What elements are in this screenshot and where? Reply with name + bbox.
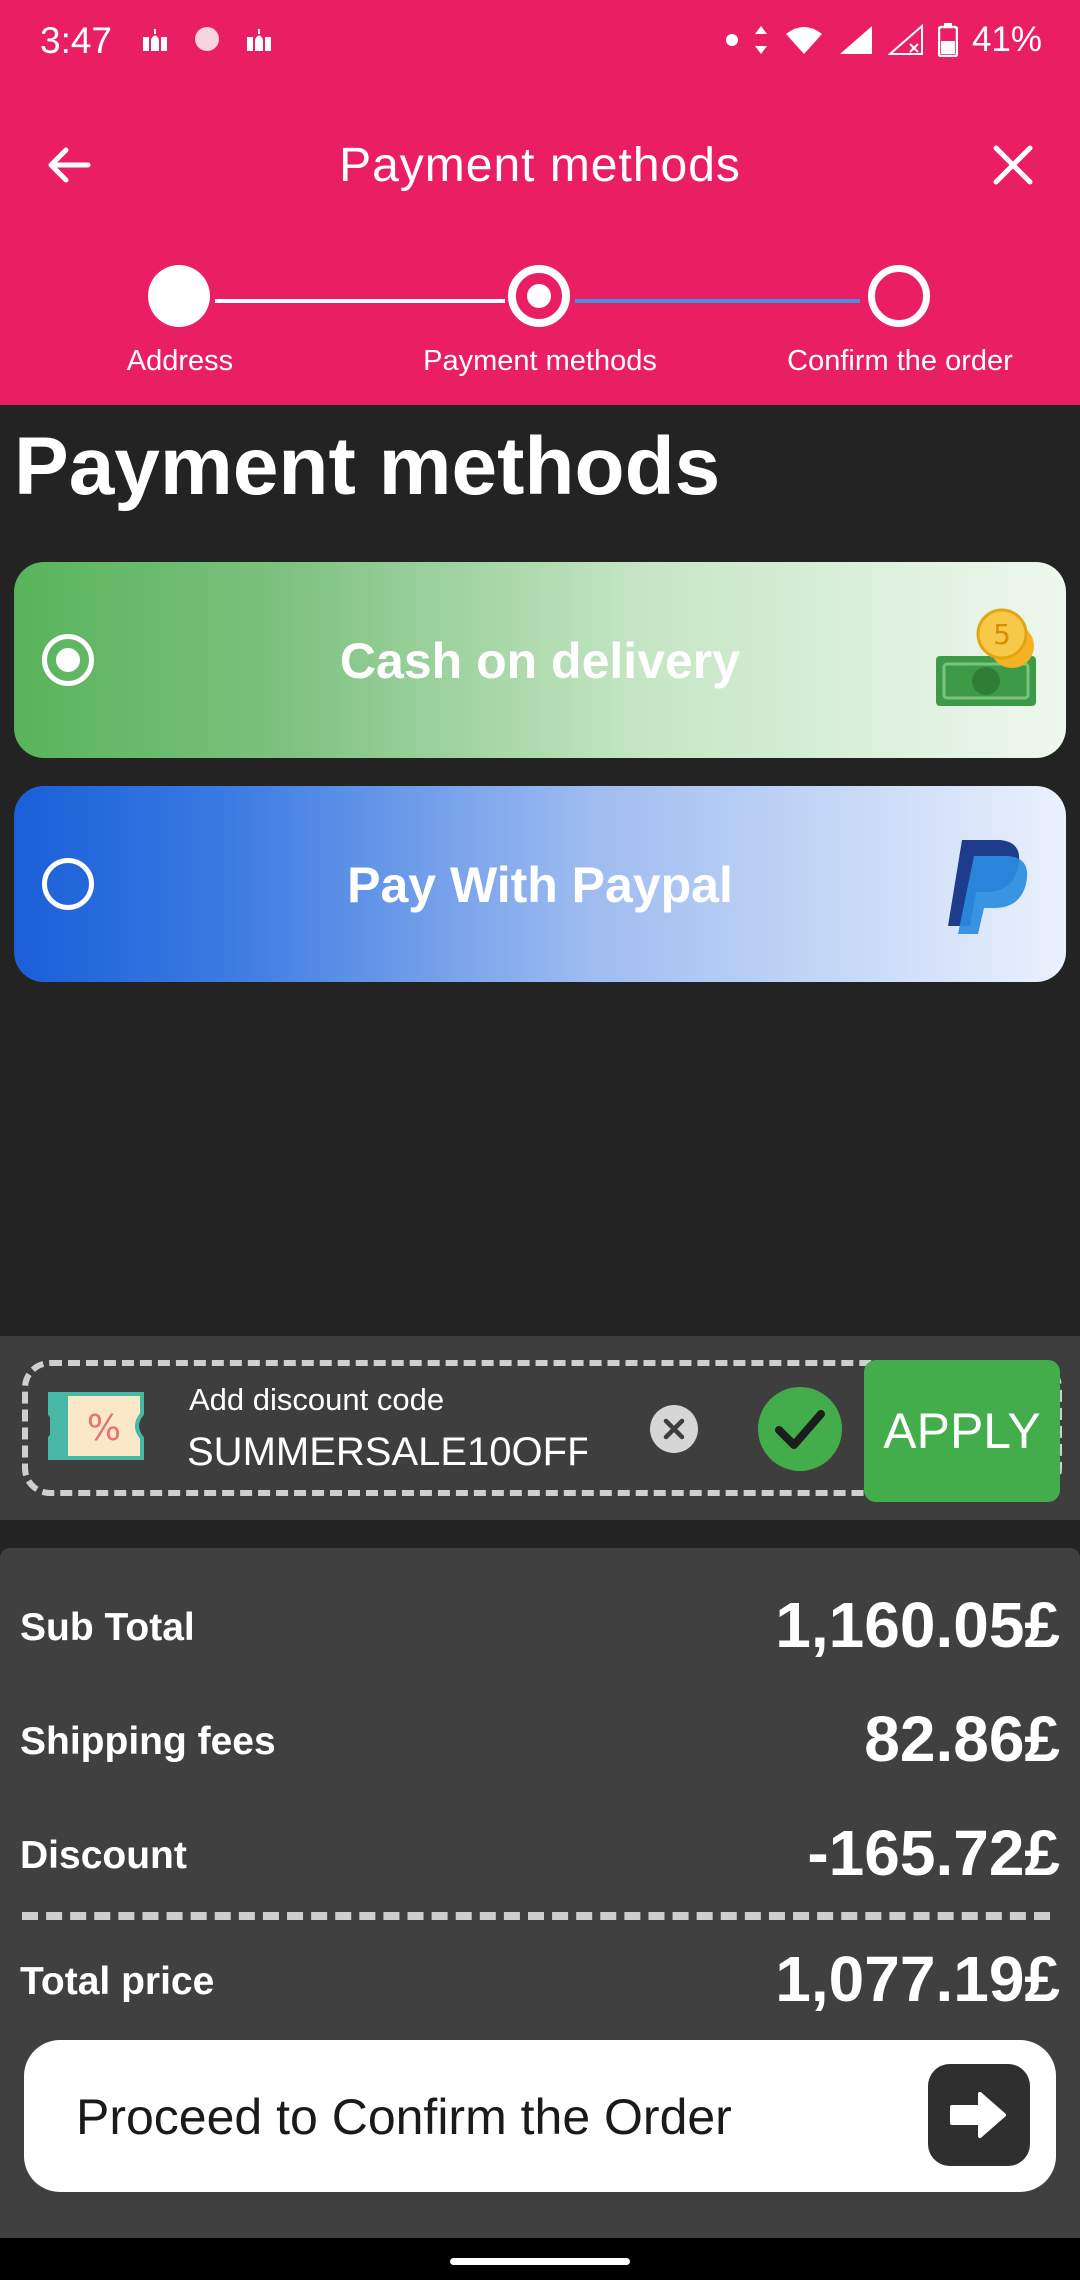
- step-label-confirm: Confirm the order: [787, 345, 1013, 377]
- discount-section: % Add discount code APPLY: [0, 1336, 1080, 1520]
- step-node-address[interactable]: [148, 265, 210, 327]
- discount-label: Add discount code: [189, 1382, 445, 1417]
- summary-label: Total price: [20, 1960, 215, 2003]
- summary-value: 82.86£: [864, 1703, 1060, 1775]
- status-time: 3:47: [40, 20, 113, 61]
- signal-icon: [839, 26, 872, 54]
- mosque-icon: [247, 29, 271, 51]
- cash-coins-icon: 5: [936, 608, 1036, 706]
- stepper-line-active: [575, 299, 860, 303]
- toolbar-title: Payment methods: [339, 139, 741, 192]
- app-screen: 3:47 41% Payment methods Address Payment…: [0, 0, 1080, 2280]
- step-node-payment[interactable]: [508, 265, 570, 327]
- mosque-icon: [143, 29, 167, 51]
- close-icon: [993, 145, 1033, 185]
- battery-icon: [937, 23, 958, 57]
- step-label-payment: Payment methods: [423, 345, 657, 377]
- page-title: Payment methods: [14, 421, 721, 512]
- coupon-icon: %: [48, 1392, 144, 1460]
- summary-label: Sub Total: [20, 1606, 195, 1649]
- svg-text:5: 5: [993, 618, 1011, 651]
- discount-code-input[interactable]: [187, 1424, 587, 1480]
- status-notification-icons: [140, 24, 274, 54]
- apply-button[interactable]: APPLY: [864, 1360, 1060, 1502]
- payment-option-label: Cash on delivery: [339, 633, 741, 689]
- clear-icon: [650, 1405, 698, 1453]
- close-button[interactable]: [978, 130, 1048, 200]
- valid-code-button[interactable]: [757, 1386, 843, 1472]
- clear-discount-button[interactable]: [649, 1404, 699, 1454]
- check-icon: [758, 1387, 842, 1471]
- status-system-icons: 41%: [725, 20, 1042, 60]
- summary-label: Shipping fees: [20, 1720, 276, 1763]
- payment-option-paypal[interactable]: Pay With Paypal: [14, 786, 1066, 982]
- paypal-icon: [948, 840, 1028, 934]
- home-indicator[interactable]: [450, 2258, 630, 2265]
- summary-row-subtotal: Sub Total 1,160.05£: [20, 1588, 1060, 1668]
- signal-off-icon: [887, 24, 923, 55]
- payment-option-cash[interactable]: Cash on delivery 5: [14, 562, 1066, 758]
- summary-label: Discount: [20, 1834, 187, 1877]
- summary-value: -165.72£: [807, 1817, 1060, 1889]
- wifi-icon: [785, 27, 822, 54]
- summary-row-shipping: Shipping fees 82.86£: [20, 1702, 1060, 1782]
- proceed-arrow-icon: [928, 2064, 1030, 2166]
- data-arrows-icon: [754, 26, 767, 54]
- summary-row-discount: Discount -165.72£: [20, 1816, 1060, 1896]
- step-node-confirm[interactable]: [868, 265, 930, 327]
- summary-value: 1,160.05£: [775, 1589, 1060, 1661]
- circle-icon: [195, 27, 219, 51]
- status-bar: 3:47 41%: [0, 0, 1080, 80]
- toolbar: Payment methods: [0, 112, 1080, 222]
- step-label-address: Address: [126, 345, 234, 377]
- checkout-stepper: Address Payment methods Confirm the orde…: [0, 265, 1080, 405]
- stepper-line-completed: [215, 299, 505, 303]
- proceed-label: Proceed to Confirm the Order: [76, 2089, 732, 2145]
- system-nav-bar: [0, 2238, 1080, 2280]
- summary-divider: [22, 1912, 1050, 1920]
- dot-icon: [725, 34, 738, 46]
- battery-percent: 41%: [971, 20, 1042, 59]
- payment-option-label: Pay With Paypal: [347, 857, 733, 913]
- summary-row-total: Total price 1,077.19£: [20, 1942, 1060, 2022]
- proceed-button[interactable]: Proceed to Confirm the Order: [24, 2040, 1056, 2192]
- svg-text:%: %: [87, 1408, 121, 1449]
- header: 3:47 41% Payment methods Address Payment…: [0, 0, 1080, 405]
- summary-value: 1,077.19£: [775, 1943, 1060, 2015]
